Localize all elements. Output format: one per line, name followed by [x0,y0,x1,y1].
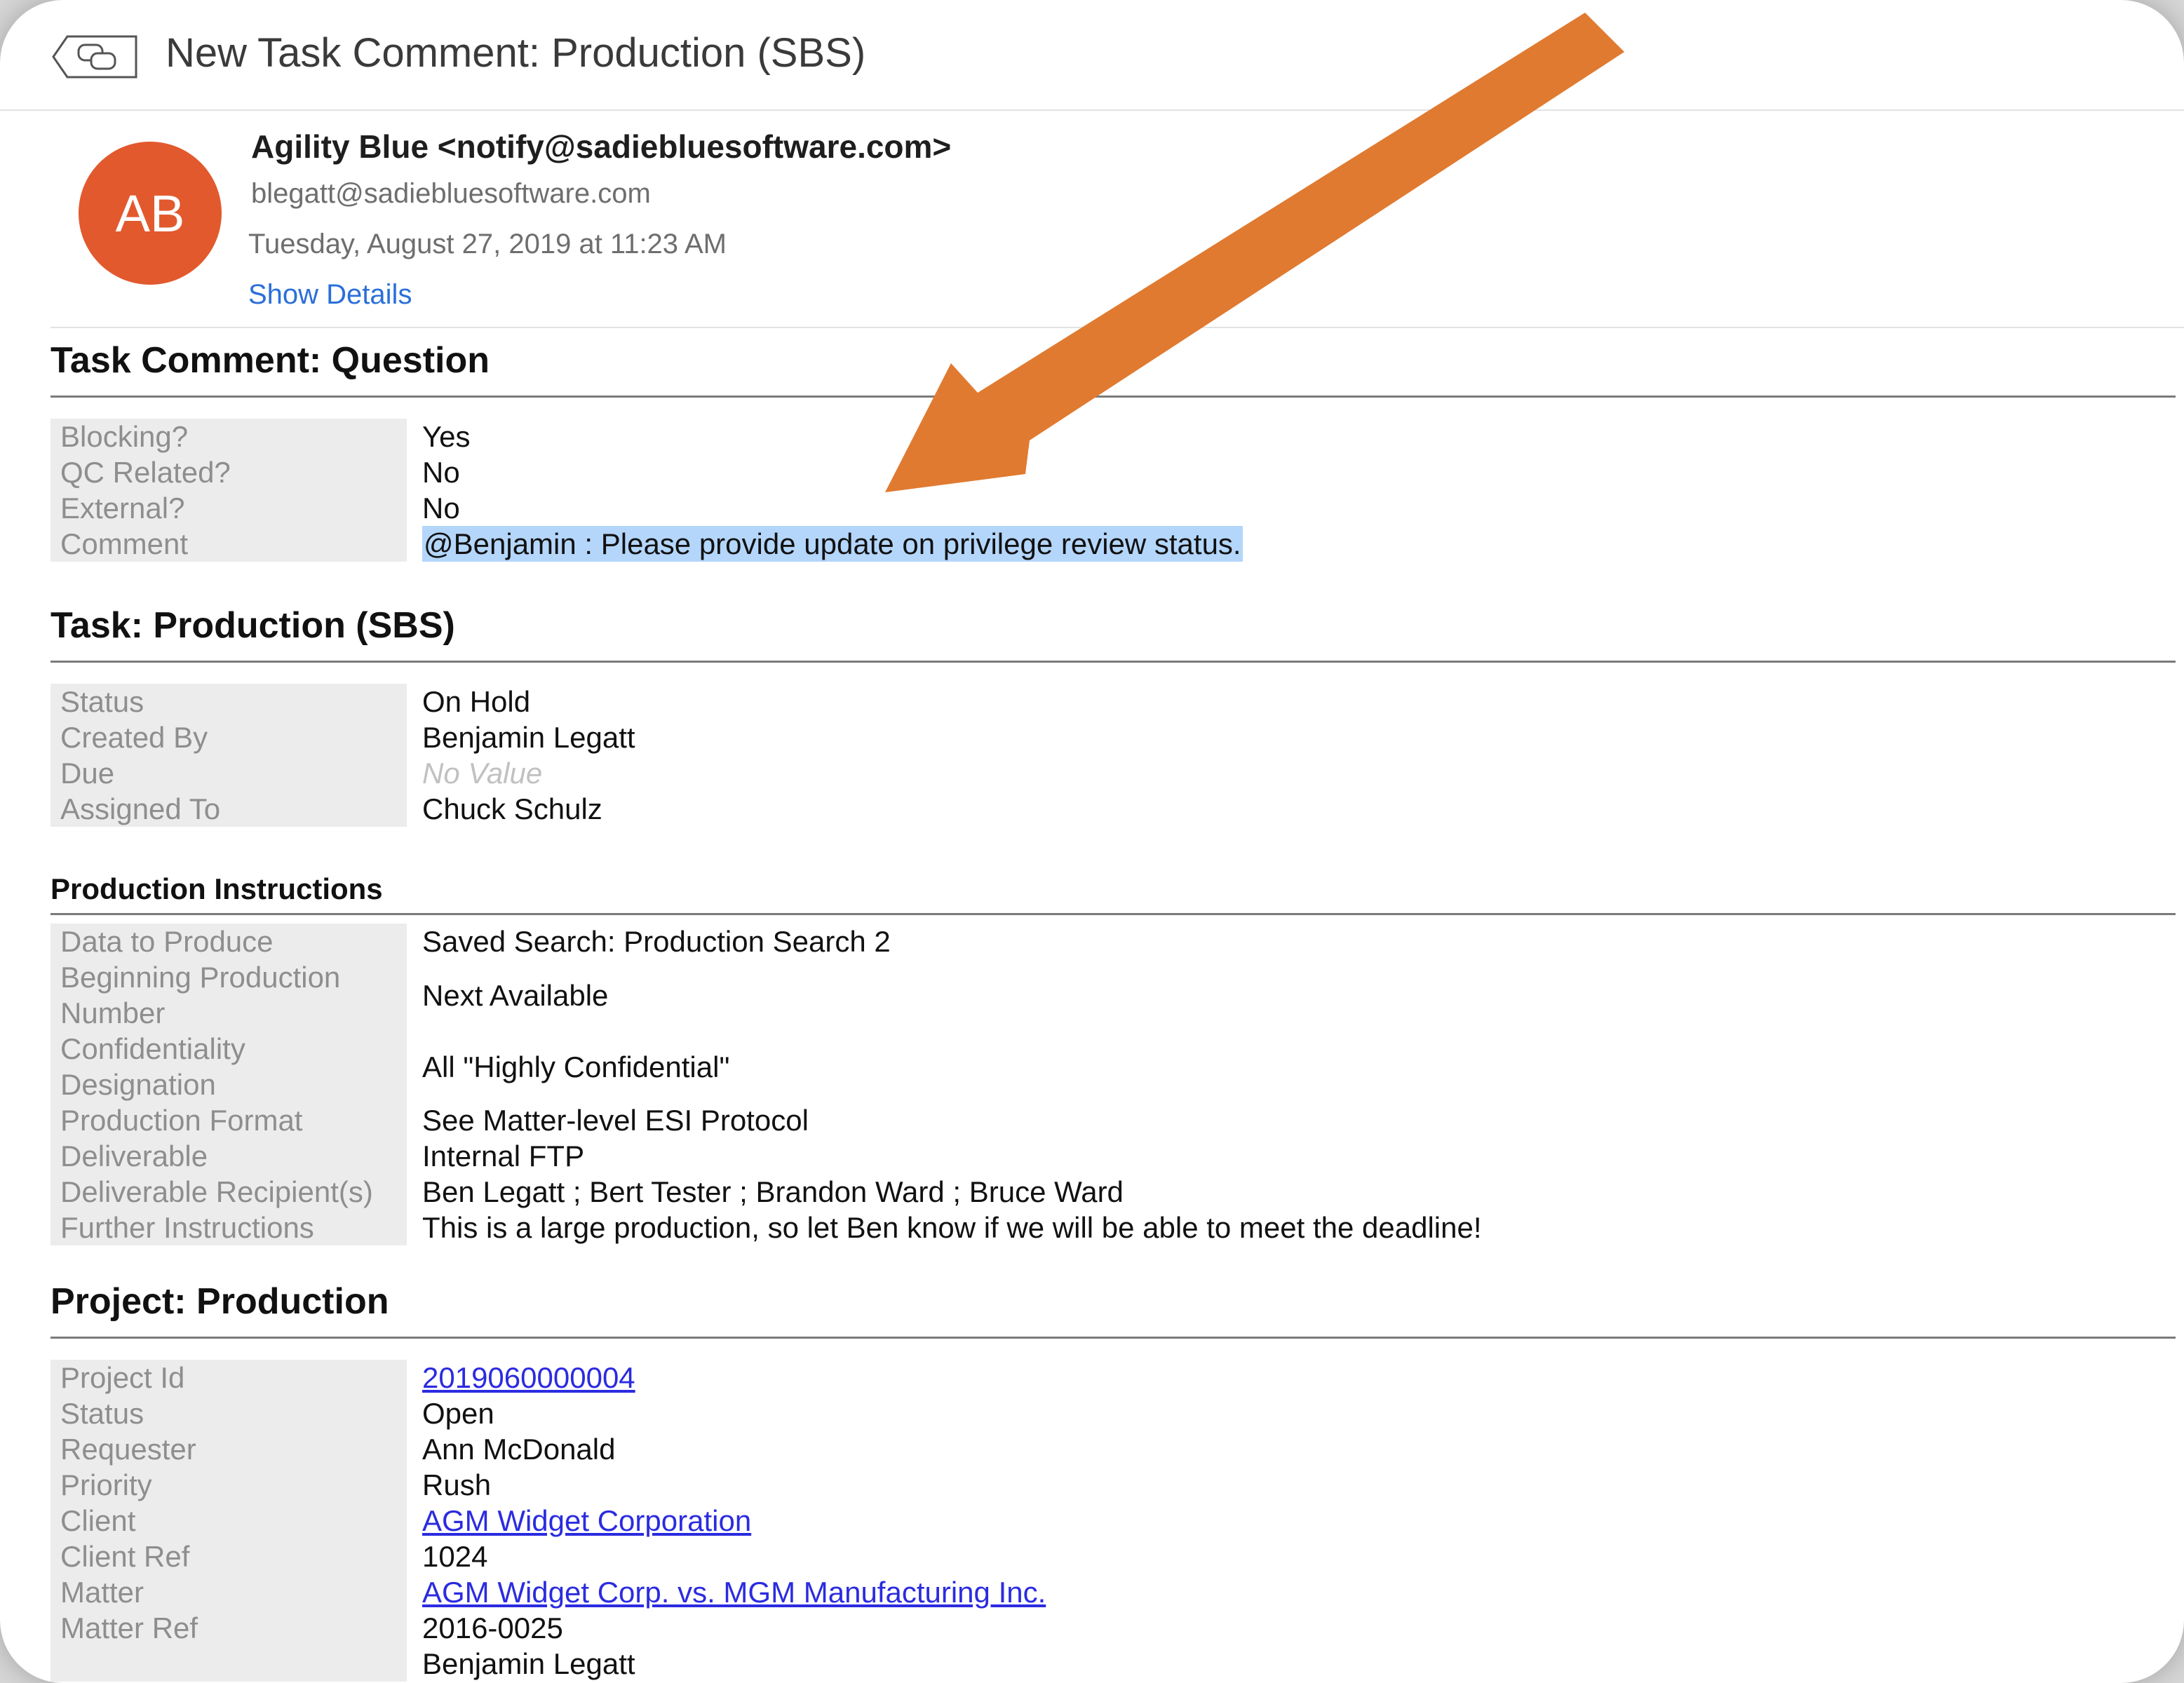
field-label: Assigned To [50,791,407,827]
task-table: Status On Hold Created By Benjamin Legat… [50,684,2176,827]
field-value: Benjamin Legatt [422,721,635,754]
field-label: Client Ref [50,1539,407,1574]
field-value: Saved Search: Production Search 2 [422,925,891,958]
matter-link[interactable]: AGM Widget Corp. vs. MGM Manufacturing I… [422,1574,1046,1610]
field-value: No [422,492,460,525]
table-row: Client AGM Widget Corporation [50,1503,2176,1539]
field-label: Production Format [50,1102,407,1138]
table-row: Deliverable Recipient(s) Ben Legatt ; Be… [50,1174,2176,1210]
field-value: Open [422,1397,494,1430]
project-id-link[interactable]: 2019060000004 [422,1360,635,1395]
table-row: QC Related? No [50,454,2176,490]
table-row: Client Ref 1024 [50,1539,2176,1574]
field-value: 2016-0025 [422,1611,563,1644]
field-label: QC Related? [50,454,407,490]
field-value: Ben Legatt ; Bert Tester ; Brandon Ward … [422,1175,1124,1208]
table-row: Due No Value [50,755,2176,791]
table-row: Production Format See Matter-level ESI P… [50,1102,2176,1138]
table-row: Status On Hold [50,684,2176,719]
field-label: External? [50,490,407,526]
table-row: Priority Rush [50,1467,2176,1503]
field-value: See Matter-level ESI Protocol [422,1104,809,1137]
table-row: Project Id 2019060000004 [50,1360,2176,1395]
section-title: Task: Production (SBS) [50,604,2176,663]
section-title: Project: Production [50,1280,2176,1339]
field-value: On Hold [422,685,531,718]
email-subject: New Task Comment: Production (SBS) [166,30,866,76]
field-value: AGM Widget Corp. vs. MGM Manufacturing I… [407,1574,2176,1610]
title-bar: New Task Comment: Production (SBS) [0,0,2184,111]
conversation-icon[interactable] [52,35,139,79]
table-row: External? No [50,490,2176,526]
table-row: Beginning Production Number Next Availab… [50,959,2176,1031]
field-label: Requester [50,1431,407,1467]
production-instructions-table: Data to Produce Saved Search: Production… [50,924,2176,1245]
field-label: Created By [50,719,407,755]
field-label: Further Instructions [50,1210,407,1245]
field-label: Deliverable [50,1138,407,1174]
field-label: Project Id [50,1360,407,1395]
show-details-link[interactable]: Show Details [248,279,412,311]
table-row: Requester Ann McDonald [50,1431,2176,1467]
field-value: Rush [422,1468,492,1501]
field-value: Yes [422,420,471,453]
sent-date: Tuesday, August 27, 2019 at 11:23 AM [248,229,727,259]
field-value: @Benjamin : Please provide update on pri… [407,526,2176,562]
field-label: Matter [50,1574,407,1610]
field-label: Priority [50,1467,407,1503]
section-title: Task Comment: Question [50,339,2176,398]
production-instructions-section: Production Instructions Data to Produce … [50,872,2176,1245]
field-value: No [422,456,460,489]
field-label: Beginning Production Number [50,959,407,1031]
field-label: Confidentiality Designation [50,1031,407,1102]
field-label: Comment [50,526,407,562]
field-value: All "Highly Confidential" [422,1050,730,1083]
table-row: Further Instructions This is a large pro… [50,1210,2176,1245]
field-value: Next Available [422,978,609,1012]
field-label: Status [50,684,407,719]
table-row: Deliverable Internal FTP [50,1138,2176,1174]
table-row: Blocking? Yes [50,419,2176,454]
table-row: Assigned To Chuck Schulz [50,791,2176,827]
project-section: Project: Production Project Id 201906000… [50,1280,2176,1682]
field-value: 2019060000004 [407,1360,2176,1395]
header-divider [50,327,2184,328]
table-row: Comment @Benjamin : Please provide updat… [50,526,2176,562]
client-link[interactable]: AGM Widget Corporation [422,1503,751,1539]
recipient-address[interactable]: blegatt@sadiebluesoftware.com [251,178,651,210]
field-label [50,1646,407,1682]
task-comment-section: Task Comment: Question Blocking? Yes QC … [50,339,2176,562]
email-window: New Task Comment: Production (SBS) AB Ag… [0,0,2184,1683]
table-row: Benjamin Legatt [50,1646,2176,1682]
section-title: Production Instructions [50,872,2176,915]
field-value: No Value [407,755,2176,791]
table-row: Matter Ref 2016-0025 [50,1610,2176,1646]
comment-highlight[interactable]: @Benjamin : Please provide update on pri… [422,526,1243,562]
field-value: Ann McDonald [422,1433,616,1466]
field-value: AGM Widget Corporation [407,1503,2176,1539]
field-label: Data to Produce [50,924,407,959]
field-value: Benjamin Legatt [422,1647,635,1680]
field-label: Matter Ref [50,1610,407,1646]
field-value: Internal FTP [422,1140,585,1172]
sender-address[interactable]: Agility Blue <notify@sadiebluesoftware.c… [251,128,951,165]
task-section: Task: Production (SBS) Status On Hold Cr… [50,604,2176,827]
field-label: Client [50,1503,407,1539]
field-label: Blocking? [50,419,407,454]
avatar: AB [79,142,222,285]
table-row: Matter AGM Widget Corp. vs. MGM Manufact… [50,1574,2176,1610]
field-value: This is a large production, so let Ben k… [422,1211,1482,1244]
field-value: Chuck Schulz [422,792,602,825]
table-row: Status Open [50,1395,2176,1431]
field-label: Deliverable Recipient(s) [50,1174,407,1210]
task-comment-table: Blocking? Yes QC Related? No External? N… [50,419,2176,562]
project-table: Project Id 2019060000004 Status Open Req… [50,1360,2176,1682]
table-row: Data to Produce Saved Search: Production… [50,924,2176,959]
field-value: 1024 [422,1540,488,1573]
field-label: Status [50,1395,407,1431]
table-row: Confidentiality Designation All "Highly … [50,1031,2176,1102]
field-label: Due [50,755,407,791]
table-row: Created By Benjamin Legatt [50,719,2176,755]
no-value-placeholder: No Value [422,757,543,790]
